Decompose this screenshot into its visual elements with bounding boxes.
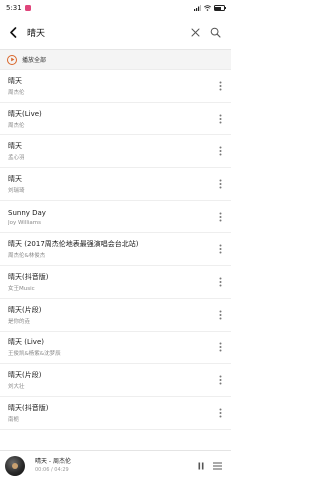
clear-search-button[interactable] bbox=[185, 23, 205, 43]
more-vertical-icon bbox=[219, 179, 221, 189]
song-title: Sunny Day bbox=[8, 208, 46, 217]
back-button[interactable] bbox=[5, 23, 21, 43]
more-options-button[interactable] bbox=[215, 143, 225, 159]
song-item[interactable]: 晴天 (2017周杰伦地表最强演唱会台北站) 周杰伦&林俊杰 bbox=[0, 233, 231, 267]
play-all-button[interactable]: 播放全部 bbox=[0, 50, 231, 70]
more-options-button[interactable] bbox=[215, 274, 225, 290]
now-playing-info: 晴天 - 周杰伦 00:06 / 04:29 bbox=[35, 458, 193, 473]
song-info: 晴天(Live) 周杰伦 bbox=[8, 109, 215, 129]
song-info: 晴天 周杰伦 bbox=[8, 76, 215, 96]
song-artist: 是你的垚 bbox=[8, 318, 31, 325]
status-time: 5:31 bbox=[6, 4, 22, 12]
wifi-icon bbox=[203, 5, 211, 11]
more-options-button[interactable] bbox=[215, 209, 225, 225]
song-title: 晴天(抖音版) bbox=[8, 403, 49, 412]
song-item[interactable]: 晴天 刘瑞琦 bbox=[0, 168, 231, 201]
song-info: 晴天(抖音版) 女王Music bbox=[8, 272, 215, 292]
song-title: 晴天 (Live) bbox=[8, 338, 44, 347]
more-options-button[interactable] bbox=[215, 111, 225, 127]
song-info: 晴天(片段) 刘大壮 bbox=[8, 370, 215, 390]
song-info: 晴天 (Live) 王俊凯&杨紫&沈梦辰 bbox=[8, 337, 215, 357]
pause-button[interactable] bbox=[193, 457, 209, 475]
back-arrow-icon bbox=[10, 27, 17, 38]
song-title: 晴天 bbox=[8, 142, 22, 151]
signal-icon bbox=[193, 5, 201, 11]
pause-icon bbox=[198, 462, 204, 469]
song-artist: 刘大壮 bbox=[8, 384, 25, 391]
song-info: 晴天 孟心羽 bbox=[8, 141, 215, 161]
search-input[interactable] bbox=[21, 21, 185, 44]
more-vertical-icon bbox=[219, 81, 221, 91]
song-artist: 周杰伦 bbox=[8, 122, 25, 129]
more-vertical-icon bbox=[219, 244, 221, 254]
song-item[interactable]: 晴天(抖音版) 南栀 bbox=[0, 397, 231, 430]
album-cover[interactable] bbox=[5, 455, 25, 476]
now-playing-time: 00:06 / 04:29 bbox=[35, 467, 69, 473]
song-item[interactable]: 晴天 周杰伦 bbox=[0, 70, 231, 103]
song-title: 晴天 bbox=[8, 76, 22, 85]
more-options-button[interactable] bbox=[215, 241, 225, 257]
play-circle-icon bbox=[7, 54, 17, 65]
screen: 5:31 晴天 播放全部 晴天 周杰伦 晴天(Live) 周杰伦 晴天 孟心羽 … bbox=[0, 0, 231, 480]
song-info: 晴天(片段) 是你的垚 bbox=[8, 305, 215, 325]
more-options-button[interactable] bbox=[215, 405, 225, 421]
song-artist: 南栀 bbox=[8, 416, 20, 423]
more-vertical-icon bbox=[219, 375, 221, 385]
search-button[interactable] bbox=[205, 23, 225, 43]
more-vertical-icon bbox=[219, 342, 221, 352]
song-artist: 周杰伦 bbox=[8, 89, 25, 96]
playlist-icon bbox=[212, 462, 222, 469]
more-options-button[interactable] bbox=[215, 372, 225, 388]
song-item[interactable]: 晴天(抖音版) 女王Music bbox=[0, 266, 231, 299]
song-item[interactable]: Sunny Day Joy Williams bbox=[0, 201, 231, 234]
search-icon bbox=[210, 27, 221, 38]
playlist-button[interactable] bbox=[209, 457, 225, 475]
more-vertical-icon bbox=[219, 146, 221, 156]
more-options-button[interactable] bbox=[215, 339, 225, 355]
song-item[interactable]: 晴天 (Live) 王俊凯&杨紫&沈梦辰 bbox=[0, 332, 231, 365]
song-info: Sunny Day Joy Williams bbox=[8, 208, 215, 226]
song-title: 晴天 (2017周杰伦地表最强演唱会台北站) bbox=[8, 240, 139, 249]
song-item[interactable]: 晴天(片段) 刘大壮 bbox=[0, 364, 231, 397]
song-artist: 女王Music bbox=[8, 285, 35, 292]
status-left: 5:31 bbox=[6, 4, 31, 12]
more-vertical-icon bbox=[219, 212, 221, 222]
status-right bbox=[193, 5, 226, 11]
song-title: 晴天 bbox=[8, 174, 22, 183]
song-artist: 周杰伦&林俊杰 bbox=[8, 253, 46, 260]
song-list: 晴天 周杰伦 晴天(Live) 周杰伦 晴天 孟心羽 晴天 刘瑞琦 Sunny … bbox=[0, 70, 231, 430]
song-info: 晴天(抖音版) 南栀 bbox=[8, 403, 215, 423]
song-artist: 孟心羽 bbox=[8, 155, 25, 162]
more-vertical-icon bbox=[219, 114, 221, 124]
song-title: 晴天(抖音版) bbox=[8, 272, 49, 281]
song-artist: Joy Williams bbox=[8, 219, 42, 226]
song-item[interactable]: 晴天 孟心羽 bbox=[0, 135, 231, 169]
song-item[interactable]: 晴天(Live) 周杰伦 bbox=[0, 103, 231, 136]
play-icon bbox=[10, 57, 14, 62]
more-vertical-icon bbox=[219, 277, 221, 287]
close-icon bbox=[191, 28, 199, 37]
song-info: 晴天 (2017周杰伦地表最强演唱会台北站) 周杰伦&林俊杰 bbox=[8, 239, 215, 259]
play-all-label: 播放全部 bbox=[22, 57, 47, 64]
now-playing-title: 晴天 - 周杰伦 bbox=[35, 458, 71, 465]
search-bar bbox=[0, 16, 231, 50]
notification-icon bbox=[24, 5, 31, 11]
song-title: 晴天(Live) bbox=[8, 109, 42, 118]
battery-icon bbox=[213, 5, 226, 11]
song-artist: 刘瑞琦 bbox=[8, 187, 25, 194]
song-item[interactable]: 晴天(片段) 是你的垚 bbox=[0, 299, 231, 332]
song-title: 晴天(片段) bbox=[8, 371, 42, 380]
more-vertical-icon bbox=[219, 310, 221, 320]
mini-player[interactable]: 晴天 - 周杰伦 00:06 / 04:29 bbox=[0, 450, 231, 480]
more-options-button[interactable] bbox=[215, 78, 225, 94]
song-info: 晴天 刘瑞琦 bbox=[8, 174, 215, 194]
more-options-button[interactable] bbox=[215, 176, 225, 192]
status-bar: 5:31 bbox=[0, 0, 231, 16]
more-options-button[interactable] bbox=[215, 307, 225, 323]
song-title: 晴天(片段) bbox=[8, 305, 42, 314]
song-artist: 王俊凯&杨紫&沈梦辰 bbox=[8, 351, 61, 358]
more-vertical-icon bbox=[219, 408, 221, 418]
